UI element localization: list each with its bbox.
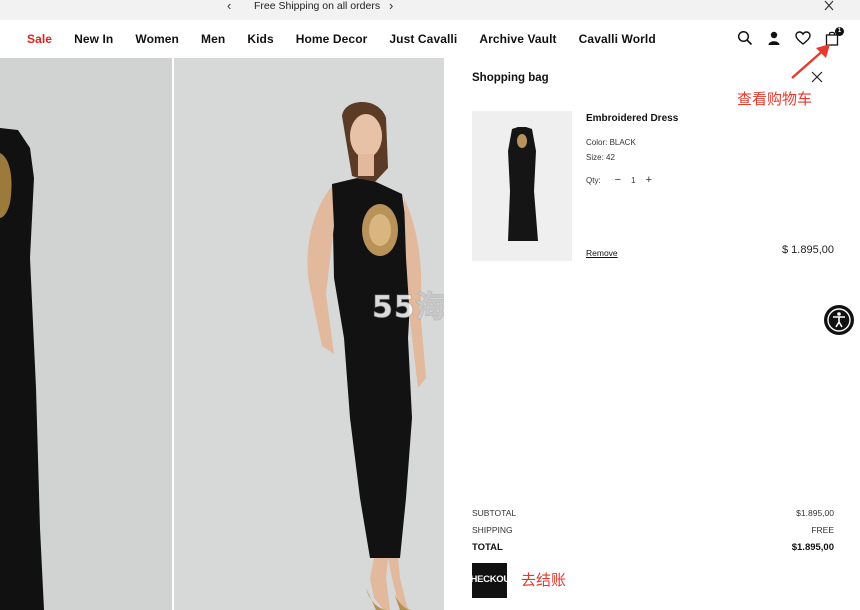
- total-row: TOTAL $1.895,00: [472, 542, 834, 553]
- site-header: Sale New In Women Men Kids Home Decor Ju…: [0, 20, 860, 58]
- announcement-prev-arrow-icon[interactable]: ‹: [227, 0, 231, 14]
- subtotal-label: SUBTOTAL: [472, 508, 517, 518]
- annotation-view-cart: 查看购物车: [737, 90, 813, 108]
- nav-item-sale[interactable]: Sale: [27, 32, 52, 46]
- cart-item-thumbnail[interactable]: [472, 111, 572, 261]
- cart-item-size: Size: 42: [586, 153, 615, 162]
- shipping-value: FREE: [811, 525, 834, 535]
- announcement-next-arrow-icon[interactable]: ›: [389, 0, 393, 14]
- accessibility-button[interactable]: [824, 305, 854, 335]
- shipping-label: SHIPPING: [472, 525, 513, 535]
- shipping-row: SHIPPING FREE: [472, 525, 834, 535]
- annotation-checkout: 去结账: [521, 571, 567, 589]
- nav-item-kids[interactable]: Kids: [247, 32, 273, 46]
- cart-item-price: $ 1.895,00: [782, 244, 834, 256]
- nav-item-archive-vault[interactable]: Archive Vault: [479, 32, 556, 46]
- checkout-label: CHECKOUT: [472, 574, 507, 585]
- announcement-message: Free Shipping on all orders: [254, 0, 381, 12]
- qty-value: 1: [631, 175, 636, 185]
- nav-item-men[interactable]: Men: [201, 32, 225, 46]
- qty-increase-button[interactable]: +: [646, 174, 652, 186]
- announcement-close-icon[interactable]: [822, 0, 836, 12]
- qty-label: Qty:: [586, 175, 601, 185]
- account-icon[interactable]: [766, 30, 782, 46]
- shopping-bag-panel: Shopping bag Embroidered Dress Color: BL…: [444, 58, 860, 610]
- nav-item-new-in[interactable]: New In: [74, 32, 113, 46]
- qty-decrease-button[interactable]: −: [615, 174, 621, 186]
- panel-title: Shopping bag: [472, 72, 549, 84]
- cart-item-name[interactable]: Embroidered Dress: [586, 113, 678, 124]
- cart-item-color: Color: BLACK: [586, 138, 636, 147]
- announcement-bar: ‹ Free Shipping on all orders ›: [0, 0, 860, 20]
- remove-item-link[interactable]: Remove: [586, 248, 618, 258]
- main-nav: Sale New In Women Men Kids Home Decor Ju…: [27, 32, 678, 46]
- product-photo-side[interactable]: [0, 58, 172, 610]
- checkout-button[interactable]: CHECKOUT: [472, 563, 507, 598]
- cart-count-badge: 1: [835, 27, 844, 36]
- nav-item-home-decor[interactable]: Home Decor: [296, 32, 368, 46]
- product-photo-front[interactable]: [174, 58, 444, 610]
- total-label: TOTAL: [472, 542, 503, 553]
- total-value: $1.895,00: [791, 542, 834, 553]
- quantity-stepper: Qty: − 1 +: [586, 174, 662, 186]
- search-icon[interactable]: [737, 30, 753, 46]
- subtotal-value: $1.895,00: [796, 508, 834, 518]
- nav-item-women[interactable]: Women: [135, 32, 179, 46]
- nav-item-cavalli-world[interactable]: Cavalli World: [579, 32, 656, 46]
- subtotal-row: SUBTOTAL $1.895,00: [472, 508, 834, 518]
- annotation-arrow-icon: [791, 44, 830, 79]
- nav-item-just-cavalli[interactable]: Just Cavalli: [389, 32, 457, 46]
- accessibility-icon: [827, 308, 851, 332]
